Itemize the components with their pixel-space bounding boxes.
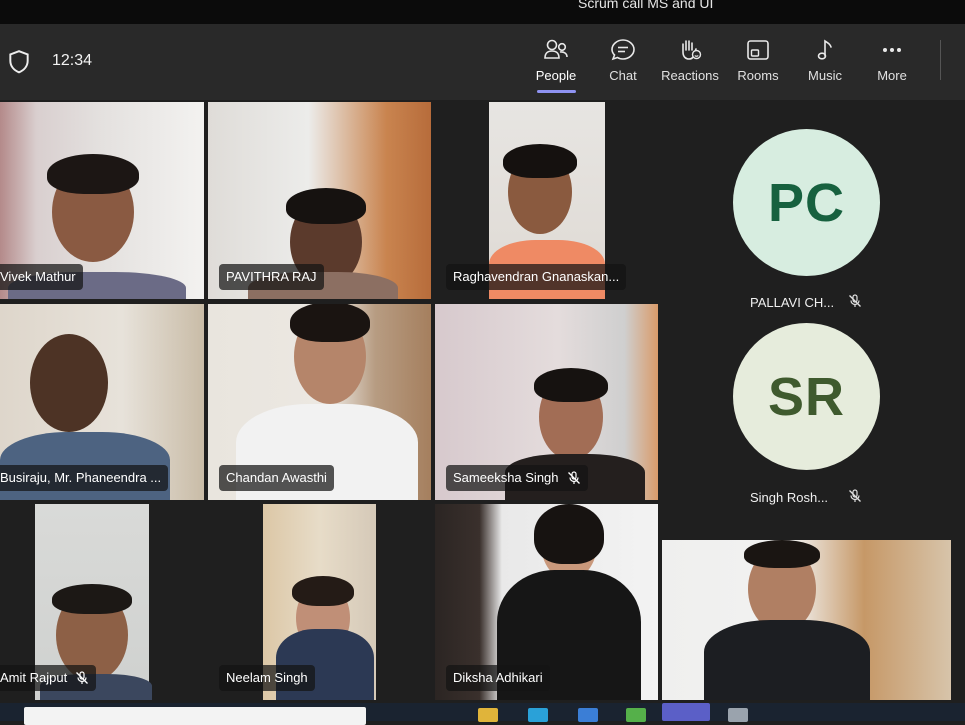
music-icon: [817, 39, 832, 60]
participant-name: Raghavendran Gnanaskan...: [453, 269, 620, 284]
mic-off-icon: [567, 471, 580, 484]
video-tile[interactable]: Sameeksha Singh: [435, 304, 658, 500]
participant-avatar[interactable]: PC: [733, 129, 880, 276]
video-tile[interactable]: Chandan Awasthi: [208, 304, 431, 500]
app-icon[interactable]: [578, 708, 598, 722]
chat-label: Chat: [609, 68, 637, 83]
reactions-icon: [682, 40, 702, 60]
participant-avatar[interactable]: SR: [733, 323, 880, 470]
more-button[interactable]: More: [860, 36, 924, 96]
teams-icon[interactable]: [662, 703, 710, 721]
participant-name: Sameeksha Singh: [453, 470, 559, 485]
participant-name: Vivek Mathur: [0, 269, 76, 284]
active-tab-indicator: [537, 90, 576, 93]
chat-icon: [611, 39, 635, 61]
rooms-icon: [747, 40, 769, 60]
video-tile[interactable]: Diksha Adhikari: [435, 504, 658, 700]
rooms-label: Rooms: [737, 68, 779, 83]
reactions-label: Reactions: [661, 68, 719, 83]
windows-taskbar: [0, 703, 965, 725]
video-tile[interactable]: Amit Rajput: [0, 504, 204, 700]
more-label: More: [877, 68, 907, 83]
participant-name-label: PAVITHRA RAJ: [219, 264, 324, 290]
chat-button[interactable]: Chat: [591, 36, 655, 96]
participant-name-label: Neelam Singh: [219, 665, 315, 691]
participant-name-label: Raghavendran Gnanaskan...: [446, 264, 627, 290]
people-icon: [544, 39, 568, 59]
participant-name: Diksha Adhikari: [453, 670, 543, 685]
taskbar-search-box[interactable]: [24, 707, 366, 725]
participant-name-label: Busiraju, Mr. Phaneendra ...: [0, 465, 169, 491]
participant-name: Neelam Singh: [226, 670, 308, 685]
avatar-name: PALLAVI CH...: [750, 295, 835, 310]
app-icon[interactable]: [728, 708, 748, 722]
avatar-initials: PC: [767, 172, 845, 233]
people-label: People: [535, 68, 577, 83]
shield-icon[interactable]: [6, 49, 32, 75]
people-button[interactable]: People: [524, 36, 588, 96]
participant-name-label: Sameeksha Singh: [446, 465, 588, 491]
video-tile[interactable]: PAVITHRA RAJ: [208, 102, 431, 299]
participant-name-label: Diksha Adhikari: [446, 665, 550, 691]
meeting-title: Scrum call MS and UI: [578, 0, 714, 11]
rooms-button[interactable]: Rooms: [726, 36, 790, 96]
mic-off-icon: [849, 489, 861, 502]
participant-name-label: Chandan Awasthi: [219, 465, 334, 491]
participant-name-label: Amit Rajput: [0, 665, 97, 691]
avatar-initials: SR: [767, 366, 845, 427]
more-icon: [883, 48, 901, 52]
mic-off-icon: [76, 671, 89, 684]
participant-name: PAVITHRA RAJ: [226, 269, 317, 284]
meeting-timer: 12:34: [52, 52, 93, 69]
video-tile[interactable]: Neelam Singh: [208, 504, 431, 700]
file-explorer-icon[interactable]: [478, 708, 498, 722]
toolbar-divider: [940, 40, 941, 80]
video-tile-active-speaker[interactable]: Busiraju, Mr. Phaneendra ...: [0, 304, 204, 500]
meeting-toolbar: 12:34 People Chat Reactions Rooms Music …: [0, 24, 965, 100]
video-tile[interactable]: Vivek Mathur: [0, 102, 204, 299]
app-icon[interactable]: [626, 708, 646, 722]
music-label: Music: [808, 68, 842, 83]
music-button[interactable]: Music: [793, 36, 857, 96]
participant-name: Busiraju, Mr. Phaneendra ...: [0, 470, 162, 485]
avatar-name: Singh Rosh...: [750, 490, 829, 505]
mic-off-icon: [849, 294, 861, 307]
participant-name: Chandan Awasthi: [226, 470, 327, 485]
participant-name: Amit Rajput: [0, 670, 68, 685]
video-tile[interactable]: Raghavendran Gnanaskan...: [435, 102, 658, 299]
video-tile[interactable]: [662, 540, 951, 700]
reactions-button[interactable]: Reactions: [658, 36, 722, 96]
participant-name-label: Vivek Mathur: [0, 264, 83, 290]
window-title-bar: Scrum call MS and UI: [0, 0, 965, 24]
edge-icon[interactable]: [528, 708, 548, 722]
